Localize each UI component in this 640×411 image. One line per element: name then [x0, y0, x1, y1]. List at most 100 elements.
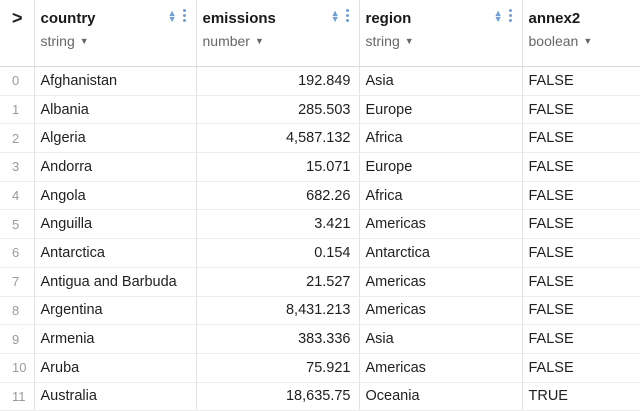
cell-annex2[interactable]: FALSE	[522, 324, 640, 354]
table-row[interactable]: 3 Andorra 15.071 Europe FALSE	[0, 152, 640, 182]
cell-country[interactable]: Angola	[34, 181, 197, 211]
cell-region[interactable]: Oceania	[359, 382, 523, 411]
cell-annex2[interactable]: FALSE	[522, 267, 640, 297]
column-type-dropdown[interactable]: number ▼	[203, 33, 264, 49]
cell-annex2[interactable]: FALSE	[522, 209, 640, 240]
column-header-region[interactable]: region string ▼ ▲ ▼	[359, 0, 523, 67]
cell-region[interactable]: Europe	[359, 95, 523, 125]
cell-annex2[interactable]: TRUE	[522, 382, 640, 411]
row-index: 6	[0, 238, 35, 268]
cell-emissions[interactable]: 18,635.75	[196, 382, 360, 411]
cell-emissions[interactable]: 383.336	[196, 324, 360, 354]
cell-region[interactable]: Europe	[359, 152, 523, 182]
cell-country[interactable]: Antarctica	[34, 238, 197, 268]
column-type-dropdown[interactable]: boolean ▼	[529, 33, 593, 49]
row-index: 8	[0, 296, 35, 326]
cell-region[interactable]: Asia	[359, 324, 523, 354]
cell-country[interactable]: Albania	[34, 95, 197, 125]
row-index: 1	[0, 95, 35, 125]
cell-emissions[interactable]: 682.26	[196, 181, 360, 211]
data-table: > country string ▼ ▲ ▼ emissions number …	[0, 0, 640, 411]
chevron-right-icon[interactable]: >	[12, 8, 23, 29]
row-index: 2	[0, 123, 35, 154]
cell-country[interactable]: Aruba	[34, 353, 197, 383]
cell-annex2[interactable]: FALSE	[522, 152, 640, 182]
column-type: boolean	[528, 33, 579, 49]
cell-region[interactable]: Africa	[359, 181, 523, 211]
row-index: 10	[0, 353, 35, 383]
table-row[interactable]: 5 Anguilla 3.421 Americas FALSE	[0, 209, 640, 240]
cell-emissions[interactable]: 21.527	[196, 267, 360, 297]
table-row[interactable]: 2 Algeria 4,587.132 Africa FALSE	[0, 123, 640, 154]
sort-icon[interactable]: ▲ ▼	[331, 8, 340, 23]
column-type-dropdown[interactable]: string ▼	[366, 33, 414, 49]
cell-country[interactable]: Andorra	[34, 152, 197, 182]
cell-annex2[interactable]: FALSE	[522, 95, 640, 125]
cell-country[interactable]: Anguilla	[34, 209, 197, 240]
cell-annex2[interactable]: FALSE	[522, 296, 640, 326]
table-body: 0 Afghanistan 192.849 Asia FALSE 1 Albania 285…	[0, 66, 640, 411]
table-row[interactable]: 7 Antigua and Barbuda 21.527 Americas FALSE	[0, 267, 640, 297]
cell-emissions[interactable]: 75.921	[196, 353, 360, 383]
cell-emissions[interactable]: 0.154	[196, 238, 360, 268]
row-index: 0	[0, 66, 35, 96]
column-header-country[interactable]: country string ▼ ▲ ▼	[34, 0, 197, 67]
column-header-annex2[interactable]: annex2 boolean ▼	[522, 0, 640, 67]
table-row[interactable]: 4 Angola 682.26 Africa FALSE	[0, 181, 640, 211]
column-type: string	[40, 33, 75, 49]
caret-down-icon: ▼	[254, 36, 264, 46]
table-row[interactable]: 0 Afghanistan 192.849 Asia FALSE	[0, 66, 640, 96]
cell-region[interactable]: Antarctica	[359, 238, 523, 268]
row-index: 3	[0, 152, 35, 182]
table-row[interactable]: 6 Antarctica 0.154 Antarctica FALSE	[0, 238, 640, 268]
column-name: country	[40, 10, 96, 27]
sort-icon[interactable]: ▲ ▼	[168, 8, 177, 23]
cell-annex2[interactable]: FALSE	[522, 181, 640, 211]
cell-country[interactable]: Afghanistan	[34, 66, 197, 96]
table-row[interactable]: 1 Albania 285.503 Europe FALSE	[0, 95, 640, 125]
cell-annex2[interactable]: FALSE	[522, 123, 640, 154]
row-index: 4	[0, 181, 35, 211]
column-name: annex2	[528, 10, 581, 27]
cell-country[interactable]: Australia	[34, 382, 197, 411]
column-type: string	[365, 33, 400, 49]
caret-down-icon: ▼	[79, 36, 89, 46]
cell-region[interactable]: Asia	[359, 66, 523, 96]
cell-emissions[interactable]: 192.849	[196, 66, 360, 96]
row-index: 5	[0, 209, 35, 240]
cell-emissions[interactable]: 3.421	[196, 209, 360, 240]
cell-annex2[interactable]: FALSE	[522, 66, 640, 96]
cell-region[interactable]: Africa	[359, 123, 523, 154]
cell-country[interactable]: Armenia	[34, 324, 197, 354]
table-row[interactable]: 10 Aruba 75.921 Americas FALSE	[0, 353, 640, 383]
more-vertical-icon[interactable]	[508, 9, 512, 22]
row-index: 11	[0, 382, 35, 411]
table-row[interactable]: 9 Armenia 383.336 Asia FALSE	[0, 324, 640, 354]
table-row[interactable]: 11 Australia 18,635.75 Oceania TRUE	[0, 382, 640, 411]
cell-region[interactable]: Americas	[359, 267, 523, 297]
more-vertical-icon[interactable]	[345, 9, 349, 22]
cell-emissions[interactable]: 8,431.213	[196, 296, 360, 326]
data-grid: > country string ▼ ▲ ▼ emissions number …	[0, 0, 640, 411]
cell-region[interactable]: Americas	[359, 296, 523, 326]
cell-country[interactable]: Antigua and Barbuda	[34, 267, 197, 297]
cell-emissions[interactable]: 4,587.132	[196, 123, 360, 154]
table-row[interactable]: 8 Argentina 8,431.213 Americas FALSE	[0, 296, 640, 326]
cell-region[interactable]: Americas	[359, 353, 523, 383]
more-vertical-icon[interactable]	[182, 9, 186, 22]
caret-down-icon: ▼	[404, 36, 414, 46]
column-name: emissions	[202, 10, 276, 27]
column-name: region	[365, 10, 412, 27]
cell-emissions[interactable]: 285.503	[196, 95, 360, 125]
cell-annex2[interactable]: FALSE	[522, 238, 640, 268]
cell-annex2[interactable]: FALSE	[522, 353, 640, 383]
index-header: >	[0, 0, 35, 67]
sort-icon[interactable]: ▲ ▼	[494, 8, 503, 23]
column-header-emissions[interactable]: emissions number ▼ ▲ ▼	[196, 0, 360, 67]
caret-down-icon: ▼	[583, 36, 593, 46]
cell-emissions[interactable]: 15.071	[196, 152, 360, 182]
cell-country[interactable]: Argentina	[34, 296, 197, 326]
cell-region[interactable]: Americas	[359, 209, 523, 240]
cell-country[interactable]: Algeria	[34, 123, 197, 154]
column-type-dropdown[interactable]: string ▼	[41, 33, 89, 49]
